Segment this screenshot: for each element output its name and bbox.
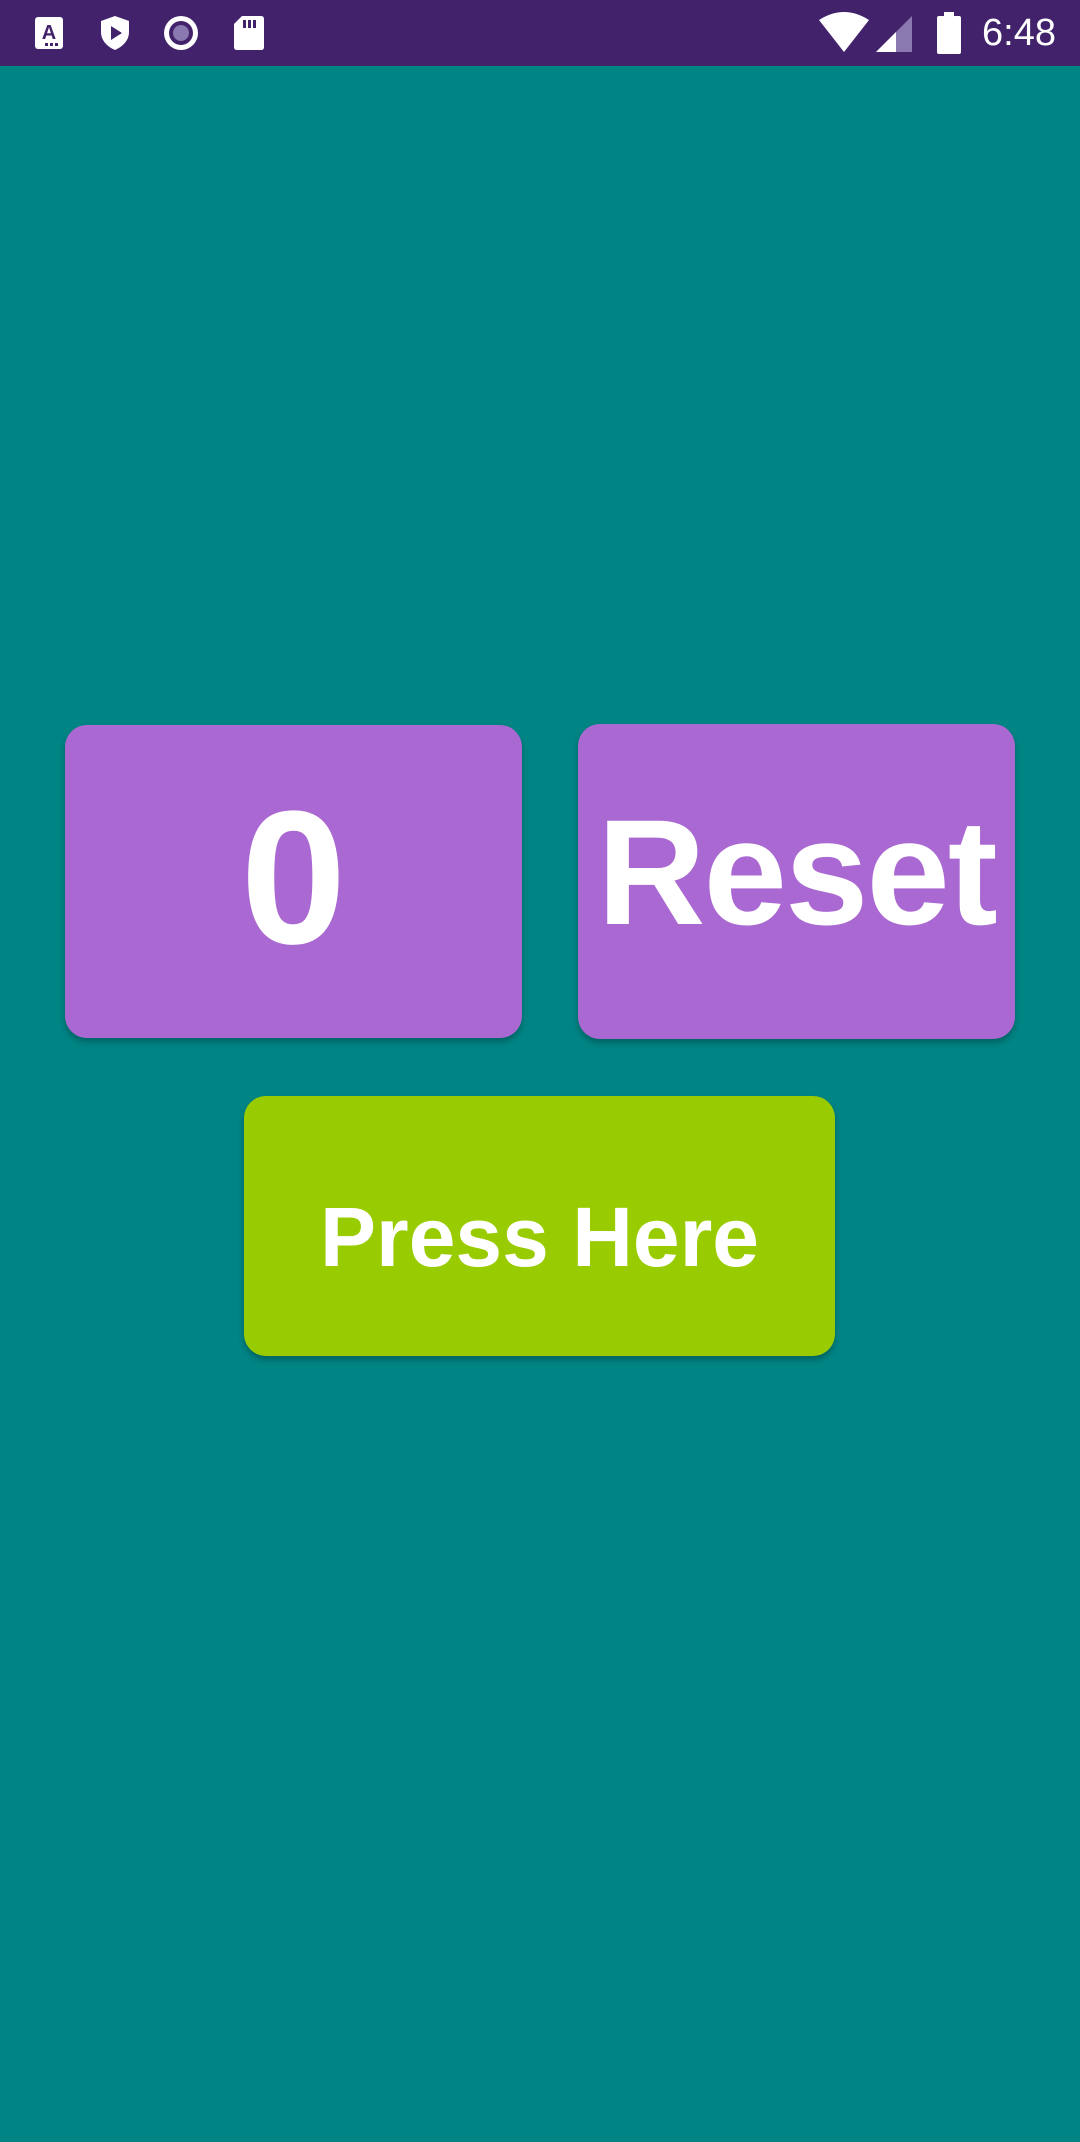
wifi-icon <box>819 12 869 52</box>
reset-button[interactable]: Reset <box>578 724 1015 1039</box>
record-icon <box>164 16 198 50</box>
status-bar: A 6:48 <box>0 0 1080 66</box>
cell-signal-icon <box>876 16 912 52</box>
svg-text:A: A <box>42 22 56 44</box>
a-letter-icon: A <box>35 17 63 49</box>
press-here-button[interactable]: Press Here <box>244 1096 835 1356</box>
sd-card-icon <box>234 16 264 50</box>
battery-icon <box>937 12 961 54</box>
status-time: 6:48 <box>982 12 1056 54</box>
shield-play-icon <box>101 16 129 50</box>
counter-button[interactable]: 0 <box>65 725 522 1038</box>
